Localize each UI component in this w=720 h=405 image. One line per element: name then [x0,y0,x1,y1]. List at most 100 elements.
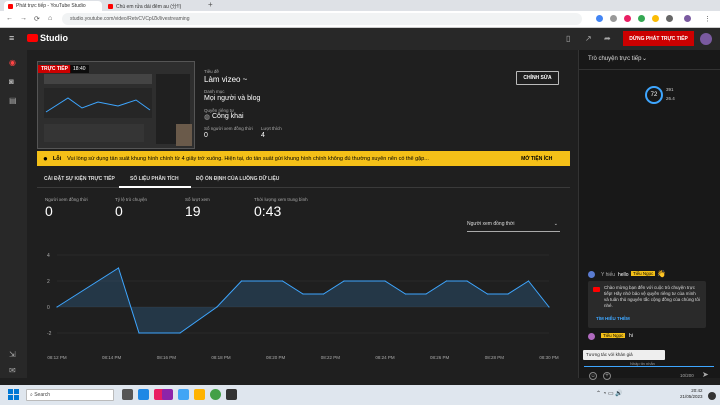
reload-icon[interactable]: ⟳ [34,15,40,23]
globe-icon: ◍ [204,114,211,121]
url-input[interactable]: studio.youtube.com/video/RetvCVCpIZk/liv… [62,13,582,25]
data-point [507,293,509,295]
stat-label-chat-rate: Tỷ lệ trò chuyện [115,197,148,202]
data-point [548,306,550,308]
end-stream-button[interactable]: DỪNG PHÁT TRỰC TIẾP [623,31,694,46]
popout-icon[interactable]: ↗ [585,34,592,43]
data-point [486,293,489,295]
notification-icon[interactable] [708,392,716,400]
x-tick-label: 08:22 PM [321,355,341,360]
extension-icon[interactable] [596,15,603,22]
stat-value-avg-watch: 0:43 [254,203,282,219]
active-tab-indicator [119,186,191,188]
metric-dropdown-value: Người xem đồng thời [467,221,515,227]
tab-live-settings[interactable]: CÀI ĐẶT SỰ KIỆN TRỰC TIẾP [44,176,115,182]
app-icon[interactable] [162,389,173,400]
chat-title[interactable]: Trò chuyện trực tiếp [588,56,641,62]
stream-title: Làm vizeo ~ [204,75,248,84]
analytics-chart: 4 2 0 -2 08:12 PM 08:14 PM 08:16 PM 08:18 PM 08:… [47,253,559,360]
y-tick-label: -2 [47,331,52,337]
tab-bar [37,172,570,188]
hamburger-menu-icon[interactable]: ≡ [9,33,14,43]
metric-dropdown[interactable]: Người xem đồng thời ⌄ [467,221,560,232]
stat-value-chat-rate: 0 [115,203,123,219]
back-icon[interactable]: ← [6,15,13,22]
profile-avatar-icon[interactable] [684,15,691,22]
x-tick-label: 08:16 PM [157,355,177,360]
stat-value-concurrent: 0 [45,203,53,219]
x-tick-label: 08:30 PM [539,355,559,360]
taskbar-clock[interactable]: 20:42 21/05/2023 [680,388,703,400]
x-tick-label: 08:24 PM [375,355,395,360]
app-icon[interactable] [138,389,149,400]
feedback-icon[interactable]: ✉ [9,366,16,375]
data-point [466,280,468,282]
likes-value: 4 [261,132,265,139]
bookmark-icon[interactable]: ▯ [566,34,570,43]
category-label: Danh mục [204,89,225,94]
windows-start-icon[interactable] [8,389,19,400]
data-point [179,332,181,334]
data-point [216,306,218,308]
extensions-puzzle-icon[interactable] [666,15,673,22]
edit-button[interactable]: CHỈNH SỬA [516,71,559,85]
file-explorer-icon[interactable] [194,389,205,400]
browser-tab-video[interactable]: Chú em rửa dái đêm au (分!!) [104,1,204,11]
extension-icon[interactable] [610,15,617,22]
youtube-favicon-icon [8,3,13,9]
emoji-picker-icon[interactable]: ☺ [589,372,597,380]
app-icon[interactable] [178,389,189,400]
new-tab-icon[interactable]: + [208,0,213,9]
account-avatar[interactable] [700,33,712,45]
live-duration: 18:40 [70,65,89,73]
avatar [588,271,595,278]
browser-menu-icon[interactable]: ⋮ [704,15,711,23]
viewer-count: 72 [650,92,658,98]
home-icon[interactable]: ⌂ [48,15,52,22]
calendar-icon[interactable]: ▤ [9,96,17,105]
extension-icon[interactable] [624,15,631,22]
exit-icon[interactable]: ⇲ [9,350,16,359]
system-message-text: Chào mừng bạn đến với cuộc trò chuyện tr… [604,285,700,308]
stream-preview-thumbnail[interactable] [37,61,195,149]
learn-more-link[interactable]: TÌM HIỂU THÊM [596,316,630,321]
share-icon[interactable]: ➦ [604,34,611,43]
send-icon[interactable]: ➤ [702,370,709,379]
alert-prefix: Lỗi [52,155,62,162]
browser-tab-studio[interactable]: Phát trực tiếp - YouTube Studio [4,1,102,11]
engage-icon[interactable]: + [603,372,611,380]
open-widget-link[interactable]: MỞ TIỆN ÍCH [521,156,552,162]
x-tick-label: 08:28 PM [485,355,505,360]
y-tick-label: 2 [47,279,50,285]
data-point [527,280,530,282]
chrome-icon[interactable] [210,389,221,400]
chat-input-underline [584,366,714,367]
address-bar-row: ← → ⟳ ⌂ studio.youtube.com/video/RetvCVC… [0,11,720,28]
studio-header [0,28,720,50]
taskbar-search-input[interactable]: ⌕ Search [26,389,114,401]
app-icon[interactable] [226,389,237,400]
tab-stream-health[interactable]: ĐỘ ỔN ĐỊNH CỦA LUỒNG DỮ LIỆU [196,176,279,182]
data-point [322,293,325,295]
warning-icon: ● [43,154,48,163]
member-badge: Tiểu Ngọc [631,271,656,276]
chat-message-text: hello [618,272,629,278]
data-point [117,267,120,269]
extension-icon[interactable] [652,15,659,22]
data-point [445,280,448,282]
system-tray-icons[interactable]: ⌃ ◔ ▭ 🔊 [596,390,623,397]
chat-message-text: hi [629,333,633,339]
live-stream-icon[interactable]: ◉ [9,58,16,67]
forward-icon[interactable]: → [20,15,27,22]
extension-icon[interactable] [638,15,645,22]
chevron-down-icon[interactable]: ⌄ [642,55,647,62]
webcam-icon[interactable]: ◙ [9,77,14,86]
category-value: Mọi người và blog [204,95,261,102]
viewers-value: 0 [204,132,208,139]
studio-logo-text[interactable]: Studio [40,33,68,43]
tab-analytics[interactable]: SỐ LIỆU PHÂN TÍCH [130,176,179,182]
youtube-logo-icon[interactable] [27,34,38,42]
task-view-icon[interactable] [122,389,133,400]
alert-message: Vui lòng sử dụng tần suất khung hình chí… [67,155,429,162]
x-tick-label: 08:20 PM [266,355,286,360]
